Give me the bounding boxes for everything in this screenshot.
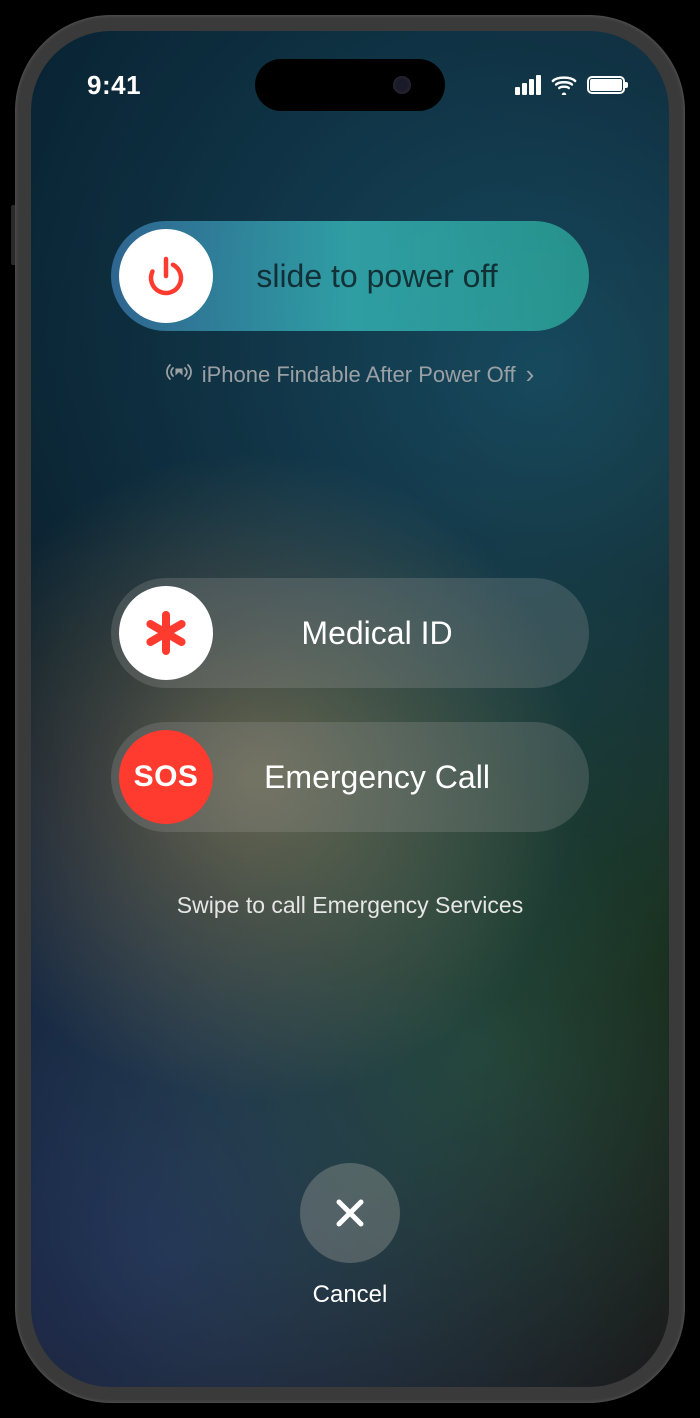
- findable-text: iPhone Findable After Power Off: [202, 362, 516, 388]
- emergency-call-slider[interactable]: SOS Emergency Call: [111, 722, 589, 832]
- close-icon: [329, 1192, 371, 1234]
- emergency-call-knob[interactable]: SOS: [119, 730, 213, 824]
- content: slide to power off iPhone Findable After…: [31, 31, 669, 1387]
- power-off-slider[interactable]: slide to power off: [111, 221, 589, 331]
- cellular-icon: [515, 75, 541, 95]
- dynamic-island: [255, 59, 445, 111]
- phone-frame: 9:41: [15, 15, 685, 1403]
- power-off-label: slide to power off: [213, 258, 589, 295]
- wifi-icon: [551, 75, 577, 95]
- cancel-group: Cancel: [300, 1163, 400, 1309]
- findable-link[interactable]: iPhone Findable After Power Off ›: [166, 359, 535, 390]
- cancel-button[interactable]: [300, 1163, 400, 1263]
- status-time: 9:41: [87, 70, 141, 101]
- asterisk-icon: [139, 606, 193, 660]
- battery-icon: [587, 76, 625, 94]
- status-right: [515, 75, 625, 95]
- power-off-knob[interactable]: [119, 229, 213, 323]
- findmy-icon: [166, 361, 192, 389]
- power-icon: [142, 252, 190, 300]
- chevron-right-icon: ›: [526, 359, 535, 390]
- sos-icon: SOS: [134, 760, 199, 794]
- cancel-label: Cancel: [313, 1281, 388, 1309]
- medical-id-label: Medical ID: [213, 615, 589, 652]
- screen: 9:41: [31, 31, 669, 1387]
- medical-id-slider[interactable]: Medical ID: [111, 578, 589, 688]
- emergency-hint: Swipe to call Emergency Services: [177, 892, 523, 919]
- emergency-call-label: Emergency Call: [213, 759, 589, 796]
- medical-id-knob[interactable]: [119, 586, 213, 680]
- emergency-group: Medical ID SOS Emergency Call Swipe to c…: [111, 578, 589, 919]
